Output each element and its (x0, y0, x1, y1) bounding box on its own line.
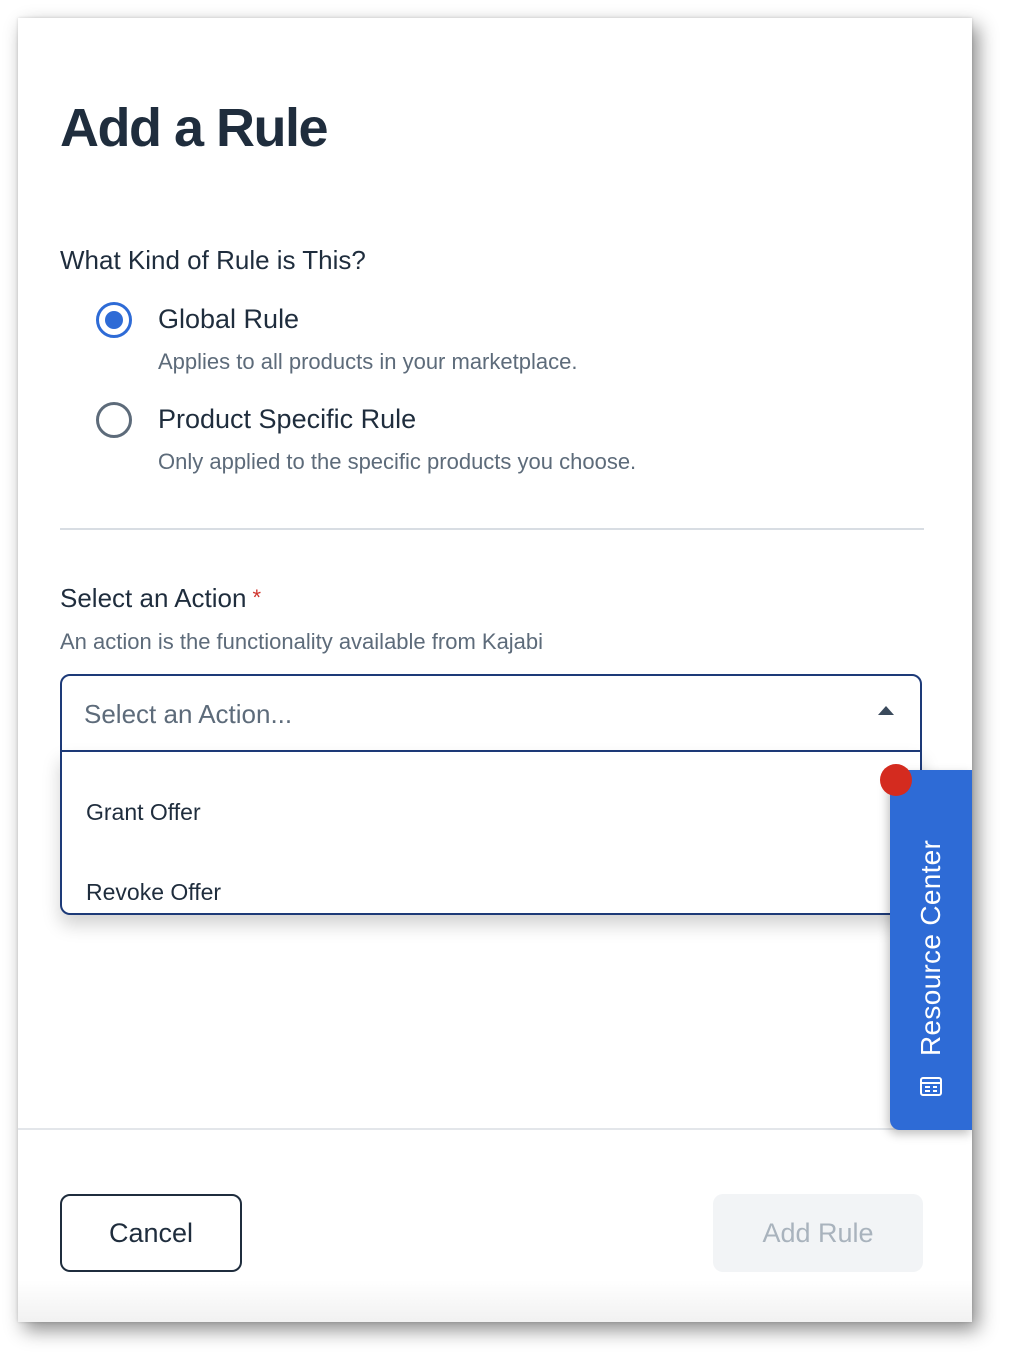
bottom-fade (18, 1280, 972, 1322)
resource-center-label: Resource Center (915, 839, 946, 1056)
section-divider (60, 528, 924, 530)
resource-center-icon (920, 1077, 942, 1096)
caret-up-icon (878, 706, 894, 715)
radio-label-product-specific-rule: Product Specific Rule (158, 404, 417, 434)
radio-description-global-rule: Applies to all products in your marketpl… (158, 349, 578, 374)
action-select[interactable]: Select an Action... (60, 674, 922, 752)
radio-description-product-specific-rule: Only applied to the specific products yo… (158, 449, 637, 474)
notification-dot (880, 764, 912, 796)
resource-center-content: Resource Center (911, 840, 951, 1100)
radio-option-global-rule[interactable]: Global Rule Applies to all products in y… (96, 302, 577, 376)
radio-label-global-rule: Global Rule (158, 304, 300, 334)
cancel-button[interactable]: Cancel (60, 1194, 242, 1272)
action-help-text: An action is the functionality available… (60, 629, 544, 654)
radio-text-product-specific-rule: Product Specific Rule Only applied to th… (158, 402, 636, 476)
add-rule-button[interactable]: Add Rule (713, 1194, 923, 1272)
action-label-text: Select an Action (60, 583, 247, 613)
action-select-placeholder: Select an Action... (84, 699, 293, 729)
radio-text-global-rule: Global Rule Applies to all products in y… (158, 302, 577, 376)
add-rule-modal: Add a Rule What Kind of Rule is This? Gl… (18, 18, 972, 1322)
footer-divider (18, 1128, 972, 1130)
dropdown-option-grant-offer[interactable]: Grant Offer (86, 798, 201, 826)
resource-center-tab[interactable]: Resource Center (890, 770, 972, 1130)
rule-type-question: What Kind of Rule is This? (60, 245, 366, 275)
radio-button-product-specific-rule[interactable] (96, 402, 132, 438)
page-title: Add a Rule (60, 98, 329, 158)
action-field-label: Select an Action * (60, 582, 261, 614)
radio-option-product-specific-rule[interactable]: Product Specific Rule Only applied to th… (96, 402, 636, 476)
dropdown-option-revoke-offer[interactable]: Revoke Offer (86, 878, 221, 906)
action-dropdown-menu: Grant Offer Revoke Offer (60, 751, 922, 915)
radio-button-global-rule[interactable] (96, 302, 132, 338)
required-marker: * (252, 585, 262, 610)
